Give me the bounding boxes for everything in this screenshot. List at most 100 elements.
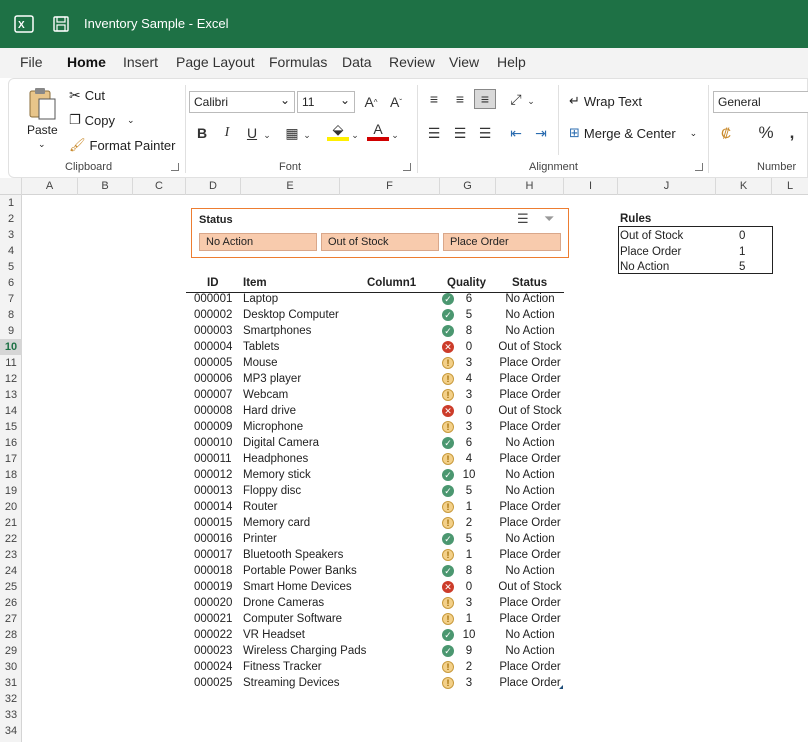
- column-header-k[interactable]: K: [716, 178, 772, 195]
- row-header[interactable]: 16: [0, 435, 22, 451]
- wrap-text-button[interactable]: ↵ Wrap Text: [569, 93, 642, 109]
- rule-label[interactable]: No Action: [620, 259, 669, 275]
- cell-status[interactable]: Out of Stock: [497, 579, 563, 595]
- cell-id[interactable]: 000024: [194, 659, 232, 675]
- column-header-b[interactable]: B: [78, 178, 133, 195]
- row-header[interactable]: 5: [0, 259, 22, 275]
- row-header[interactable]: 30: [0, 659, 22, 675]
- row-header[interactable]: 7: [0, 291, 22, 307]
- rule-label[interactable]: Place Order: [620, 244, 681, 260]
- slicer-item-place-order[interactable]: Place Order: [443, 233, 561, 251]
- decrease-indent-icon[interactable]: ⇤: [505, 123, 527, 143]
- cell-item[interactable]: Drone Cameras: [243, 595, 324, 611]
- row-header[interactable]: 24: [0, 563, 22, 579]
- rule-value[interactable]: 0: [739, 228, 745, 244]
- row-header[interactable]: 23: [0, 547, 22, 563]
- header-item[interactable]: Item: [243, 275, 267, 291]
- cell-status[interactable]: No Action: [497, 643, 563, 659]
- slicer-item-out-of-stock[interactable]: Out of Stock: [321, 233, 439, 251]
- cell-status[interactable]: Place Order: [497, 387, 563, 403]
- orientation-icon[interactable]: ⤢: [505, 89, 527, 109]
- format-painter-button[interactable]: 🖌 Format Painter: [69, 137, 176, 153]
- cell-item[interactable]: Mouse: [243, 355, 278, 371]
- cell-id[interactable]: 000002: [194, 307, 232, 323]
- chevron-down-icon[interactable]: ⌄: [349, 125, 361, 145]
- cell-item[interactable]: Smart Home Devices: [243, 579, 352, 595]
- row-header[interactable]: 12: [0, 371, 22, 387]
- row-header[interactable]: 8: [0, 307, 22, 323]
- cell-id[interactable]: 000008: [194, 403, 232, 419]
- cell-id[interactable]: 000010: [194, 435, 232, 451]
- cell-quality[interactable]: 1: [460, 499, 478, 515]
- tab-review[interactable]: Review: [389, 54, 435, 70]
- number-format-select[interactable]: General: [713, 91, 808, 113]
- cell-id[interactable]: 000016: [194, 531, 232, 547]
- cell-item[interactable]: Desktop Computer: [243, 307, 339, 323]
- header-quality[interactable]: Quality: [447, 275, 486, 291]
- tab-data[interactable]: Data: [342, 54, 372, 70]
- cell-quality[interactable]: 6: [460, 291, 478, 307]
- cell-id[interactable]: 000022: [194, 627, 232, 643]
- cut-button[interactable]: ✂ Cut: [69, 87, 105, 104]
- italic-icon[interactable]: I: [216, 123, 238, 143]
- font-color-icon[interactable]: A: [367, 121, 389, 141]
- cell-item[interactable]: Wireless Charging Pads: [243, 643, 366, 659]
- chevron-down-icon[interactable]: ⌄: [301, 125, 313, 145]
- save-icon[interactable]: [52, 15, 70, 33]
- cell-status[interactable]: Place Order: [497, 419, 563, 435]
- paste-button[interactable]: Paste ⌄: [23, 87, 61, 151]
- tab-insert[interactable]: Insert: [123, 54, 158, 70]
- cell-quality[interactable]: 3: [460, 387, 478, 403]
- align-right-icon[interactable]: ☰: [474, 123, 496, 143]
- chevron-down-icon[interactable]: ⌄: [389, 125, 401, 145]
- cell-id[interactable]: 000012: [194, 467, 232, 483]
- cell-item[interactable]: Bluetooth Speakers: [243, 547, 343, 563]
- header-column1[interactable]: Column1: [367, 275, 416, 291]
- cell-quality[interactable]: 0: [460, 403, 478, 419]
- clipboard-launcher-icon[interactable]: [171, 163, 179, 171]
- align-middle-icon[interactable]: ≡: [449, 89, 471, 109]
- column-header-d[interactable]: D: [186, 178, 241, 195]
- cell-status[interactable]: Place Order: [497, 451, 563, 467]
- cell-quality[interactable]: 0: [460, 339, 478, 355]
- cell-id[interactable]: 000018: [194, 563, 232, 579]
- copy-button[interactable]: ❐ Copy ⌄: [69, 112, 135, 128]
- cell-item[interactable]: Hard drive: [243, 403, 296, 419]
- row-header[interactable]: 1: [0, 195, 22, 211]
- row-header[interactable]: 17: [0, 451, 22, 467]
- cell-id[interactable]: 000017: [194, 547, 232, 563]
- column-header-i[interactable]: I: [564, 178, 618, 195]
- align-top-icon[interactable]: ≡: [423, 89, 445, 109]
- tab-home[interactable]: Home: [67, 54, 106, 70]
- cell-item[interactable]: Printer: [243, 531, 277, 547]
- row-header[interactable]: 4: [0, 243, 22, 259]
- row-header[interactable]: 21: [0, 515, 22, 531]
- bold-icon[interactable]: B: [191, 123, 213, 143]
- cell-id[interactable]: 000001: [194, 291, 232, 307]
- cell-quality[interactable]: 8: [460, 563, 478, 579]
- cell-item[interactable]: Laptop: [243, 291, 278, 307]
- cell-status[interactable]: Place Order: [497, 499, 563, 515]
- cell-quality[interactable]: 6: [460, 435, 478, 451]
- increase-indent-icon[interactable]: ⇥: [530, 123, 552, 143]
- row-header[interactable]: 13: [0, 387, 22, 403]
- table-resize-handle[interactable]: [559, 685, 563, 689]
- header-status[interactable]: Status: [512, 275, 547, 291]
- decrease-font-icon[interactable]: Aˇ: [385, 92, 407, 112]
- cell-quality[interactable]: 1: [460, 547, 478, 563]
- borders-icon[interactable]: ▦: [281, 123, 303, 143]
- row-header[interactable]: 20: [0, 499, 22, 515]
- cell-item[interactable]: Smartphones: [243, 323, 311, 339]
- cell-quality[interactable]: 5: [460, 531, 478, 547]
- chevron-down-icon[interactable]: ⌄: [525, 91, 537, 111]
- row-header[interactable]: 2: [0, 211, 22, 227]
- merge-center-button[interactable]: ⊞ Merge & Center ⌄: [569, 125, 697, 141]
- cell-quality[interactable]: 9: [460, 643, 478, 659]
- tab-help[interactable]: Help: [497, 54, 526, 70]
- rule-value[interactable]: 5: [739, 259, 745, 275]
- column-header-j[interactable]: J: [618, 178, 716, 195]
- cell-id[interactable]: 000009: [194, 419, 232, 435]
- cell-quality[interactable]: 4: [460, 371, 478, 387]
- row-header[interactable]: 15: [0, 419, 22, 435]
- cell-status[interactable]: No Action: [497, 531, 563, 547]
